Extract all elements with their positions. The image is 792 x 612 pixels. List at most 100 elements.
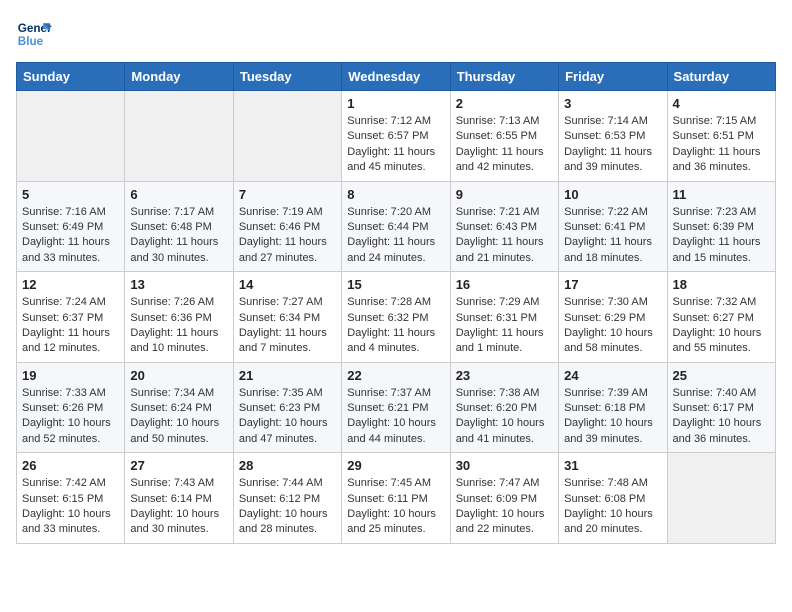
day-number: 21 <box>239 368 336 383</box>
calendar-cell <box>125 91 233 182</box>
day-number: 26 <box>22 458 119 473</box>
calendar-cell <box>233 91 341 182</box>
day-info: Sunrise: 7:38 AM Sunset: 6:20 PM Dayligh… <box>456 386 553 448</box>
day-number: 14 <box>239 277 336 292</box>
calendar-cell: 14 Sunrise: 7:27 AM Sunset: 6:34 PM Dayli… <box>233 272 341 363</box>
calendar-cell: 6Sunrise: 7:17 AM Sunset: 6:48 PM Daylig… <box>125 181 233 272</box>
day-info: Sunrise: 7:16 AM Sunset: 6:49 PM Dayligh… <box>22 205 119 267</box>
calendar-cell: 5 Sunrise: 7:16 AM Sunset: 6:49 PM Daylig… <box>17 181 125 272</box>
calendar-cell: 15 Sunrise: 7:28 AM Sunset: 6:32 PM Dayli… <box>342 272 450 363</box>
day-info: Sunrise: 7:39 AM Sunset: 6:18 PM Dayligh… <box>564 386 661 448</box>
calendar-week-row: 12 Sunrise: 7:24 AM Sunset: 6:37 PM Dayli… <box>17 272 776 363</box>
calendar-cell: 29Sunrise: 7:45 AM Sunset: 6:11 PM Dayli… <box>342 453 450 544</box>
day-info: Sunrise: 7:22 AM Sunset: 6:41 PM Dayligh… <box>564 205 661 267</box>
header-saturday: Saturday <box>667 63 775 91</box>
calendar-cell <box>667 453 775 544</box>
day-number: 12 <box>22 277 119 292</box>
day-number: 18 <box>673 277 770 292</box>
calendar-table: SundayMondayTuesdayWednesdayThursdayFrid… <box>16 62 776 544</box>
calendar-cell: 17 Sunrise: 7:30 AM Sunset: 6:29 PM Dayli… <box>559 272 667 363</box>
day-info: Sunrise: 7:23 AM Sunset: 6:39 PM Dayligh… <box>673 205 770 267</box>
calendar-cell: 23 Sunrise: 7:38 AM Sunset: 6:20 PM Dayli… <box>450 362 558 453</box>
day-info: Sunrise: 7:35 AM Sunset: 6:23 PM Dayligh… <box>239 386 336 448</box>
day-number: 13 <box>130 277 227 292</box>
day-number: 23 <box>456 368 553 383</box>
day-number: 1 <box>347 96 444 111</box>
day-info: Sunrise: 7:33 AM Sunset: 6:26 PM Dayligh… <box>22 386 119 448</box>
day-info: Sunrise: 7:20 AM Sunset: 6:44 PM Dayligh… <box>347 205 444 267</box>
day-number: 10 <box>564 187 661 202</box>
calendar-cell: 3 Sunrise: 7:14 AM Sunset: 6:53 PM Daylig… <box>559 91 667 182</box>
day-number: 24 <box>564 368 661 383</box>
header-tuesday: Tuesday <box>233 63 341 91</box>
calendar-cell: 18 Sunrise: 7:32 AM Sunset: 6:27 PM Dayli… <box>667 272 775 363</box>
calendar-cell: 4 Sunrise: 7:15 AM Sunset: 6:51 PM Daylig… <box>667 91 775 182</box>
day-number: 16 <box>456 277 553 292</box>
calendar-cell: 22 Sunrise: 7:37 AM Sunset: 6:21 PM Dayli… <box>342 362 450 453</box>
day-info: Sunrise: 7:47 AM Sunset: 6:09 PM Dayligh… <box>456 476 553 538</box>
calendar-week-row: 26 Sunrise: 7:42 AM Sunset: 6:15 PM Dayli… <box>17 453 776 544</box>
calendar-cell: 10 Sunrise: 7:22 AM Sunset: 6:41 PM Dayli… <box>559 181 667 272</box>
day-info: Sunrise: 7:12 AM Sunset: 6:57 PM Dayligh… <box>347 114 444 176</box>
calendar-cell: 9 Sunrise: 7:21 AM Sunset: 6:43 PM Daylig… <box>450 181 558 272</box>
day-info: Sunrise: 7:30 AM Sunset: 6:29 PM Dayligh… <box>564 295 661 357</box>
calendar-cell: 12 Sunrise: 7:24 AM Sunset: 6:37 PM Dayli… <box>17 272 125 363</box>
day-number: 17 <box>564 277 661 292</box>
day-number: 20 <box>130 368 227 383</box>
day-number: 22 <box>347 368 444 383</box>
page-header: General Blue <box>16 16 776 52</box>
calendar-cell: 13 Sunrise: 7:26 AM Sunset: 6:36 PM Dayli… <box>125 272 233 363</box>
header-wednesday: Wednesday <box>342 63 450 91</box>
calendar-cell: 24 Sunrise: 7:39 AM Sunset: 6:18 PM Dayli… <box>559 362 667 453</box>
day-number: 28 <box>239 458 336 473</box>
day-number: 5 <box>22 187 119 202</box>
day-info: Sunrise: 7:24 AM Sunset: 6:37 PM Dayligh… <box>22 295 119 357</box>
day-number: 19 <box>22 368 119 383</box>
day-number: 6 <box>130 187 227 202</box>
header-thursday: Thursday <box>450 63 558 91</box>
day-info: Sunrise: 7:29 AM Sunset: 6:31 PM Dayligh… <box>456 295 553 357</box>
calendar-cell: 1 Sunrise: 7:12 AM Sunset: 6:57 PM Daylig… <box>342 91 450 182</box>
header-sunday: Sunday <box>17 63 125 91</box>
calendar-week-row: 19 Sunrise: 7:33 AM Sunset: 6:26 PM Dayli… <box>17 362 776 453</box>
day-info: Sunrise: 7:40 AM Sunset: 6:17 PM Dayligh… <box>673 386 770 448</box>
day-info: Sunrise: 7:14 AM Sunset: 6:53 PM Dayligh… <box>564 114 661 176</box>
calendar-cell: 30 Sunrise: 7:47 AM Sunset: 6:09 PM Dayli… <box>450 453 558 544</box>
day-number: 30 <box>456 458 553 473</box>
day-info: Sunrise: 7:44 AM Sunset: 6:12 PM Dayligh… <box>239 476 336 538</box>
day-number: 9 <box>456 187 553 202</box>
day-info: Sunrise: 7:21 AM Sunset: 6:43 PM Dayligh… <box>456 205 553 267</box>
day-number: 8 <box>347 187 444 202</box>
day-info: Sunrise: 7:19 AM Sunset: 6:46 PM Dayligh… <box>239 205 336 267</box>
calendar-header-row: SundayMondayTuesdayWednesdayThursdayFrid… <box>17 63 776 91</box>
header-friday: Friday <box>559 63 667 91</box>
day-info: Sunrise: 7:27 AM Sunset: 6:34 PM Dayligh… <box>239 295 336 357</box>
calendar-cell: 31Sunrise: 7:48 AM Sunset: 6:08 PM Dayli… <box>559 453 667 544</box>
calendar-week-row: 5 Sunrise: 7:16 AM Sunset: 6:49 PM Daylig… <box>17 181 776 272</box>
day-info: Sunrise: 7:34 AM Sunset: 6:24 PM Dayligh… <box>130 386 227 448</box>
day-number: 3 <box>564 96 661 111</box>
day-info: Sunrise: 7:37 AM Sunset: 6:21 PM Dayligh… <box>347 386 444 448</box>
day-number: 11 <box>673 187 770 202</box>
day-number: 31 <box>564 458 661 473</box>
day-info: Sunrise: 7:15 AM Sunset: 6:51 PM Dayligh… <box>673 114 770 176</box>
day-number: 25 <box>673 368 770 383</box>
day-number: 4 <box>673 96 770 111</box>
calendar-cell: 28 Sunrise: 7:44 AM Sunset: 6:12 PM Dayli… <box>233 453 341 544</box>
day-info: Sunrise: 7:26 AM Sunset: 6:36 PM Dayligh… <box>130 295 227 357</box>
calendar-cell <box>17 91 125 182</box>
day-info: Sunrise: 7:28 AM Sunset: 6:32 PM Dayligh… <box>347 295 444 357</box>
calendar-cell: 19 Sunrise: 7:33 AM Sunset: 6:26 PM Dayli… <box>17 362 125 453</box>
day-info: Sunrise: 7:32 AM Sunset: 6:27 PM Dayligh… <box>673 295 770 357</box>
calendar-cell: 25 Sunrise: 7:40 AM Sunset: 6:17 PM Dayli… <box>667 362 775 453</box>
day-number: 15 <box>347 277 444 292</box>
logo: General Blue <box>16 16 52 52</box>
calendar-week-row: 1 Sunrise: 7:12 AM Sunset: 6:57 PM Daylig… <box>17 91 776 182</box>
day-info: Sunrise: 7:13 AM Sunset: 6:55 PM Dayligh… <box>456 114 553 176</box>
svg-text:Blue: Blue <box>18 35 44 48</box>
calendar-cell: 2Sunrise: 7:13 AM Sunset: 6:55 PM Daylig… <box>450 91 558 182</box>
day-info: Sunrise: 7:42 AM Sunset: 6:15 PM Dayligh… <box>22 476 119 538</box>
calendar-cell: 21 Sunrise: 7:35 AM Sunset: 6:23 PM Dayli… <box>233 362 341 453</box>
header-monday: Monday <box>125 63 233 91</box>
calendar-cell: 7Sunrise: 7:19 AM Sunset: 6:46 PM Daylig… <box>233 181 341 272</box>
